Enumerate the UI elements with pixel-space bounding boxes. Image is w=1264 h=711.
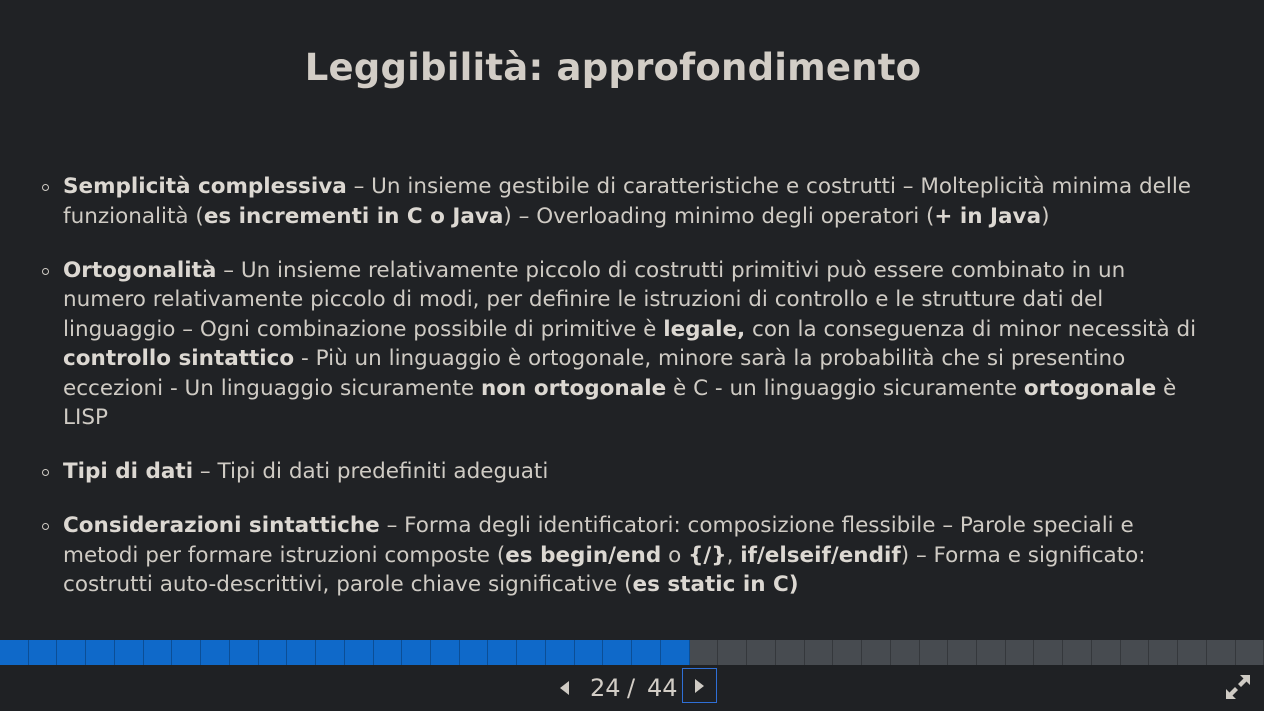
progress-segment[interactable] xyxy=(0,640,29,665)
bullet-bold-text: es static in C) xyxy=(632,572,799,597)
bullet-bold-text: {/} xyxy=(688,542,727,568)
bullet-text: , xyxy=(726,542,741,568)
progress-segment[interactable] xyxy=(660,640,690,665)
progress-segment[interactable] xyxy=(431,640,460,665)
bullet-bold-text: + in Java xyxy=(934,203,1042,229)
progress-segment[interactable] xyxy=(1091,640,1121,665)
bullet-bold-text: Semplicità complessiva xyxy=(63,174,347,199)
progress-segment[interactable] xyxy=(689,640,719,665)
bullet-list: Semplicità complessiva – Un insieme gest… xyxy=(40,172,1200,624)
progress-segment[interactable] xyxy=(86,640,115,665)
progress-segment[interactable] xyxy=(57,640,87,665)
bullet-bold-text: es begin/end xyxy=(505,542,662,568)
progress-segment[interactable] xyxy=(1005,640,1035,665)
total-pages: 44 xyxy=(647,674,678,702)
slide-title: Leggibilità: approfondimento xyxy=(304,46,922,89)
progress-segment[interactable] xyxy=(890,640,920,665)
bullet-text: o xyxy=(661,542,689,568)
fullscreen-button[interactable] xyxy=(1224,673,1252,701)
bullet-item: Considerazioni sintattiche – Forma degli… xyxy=(40,511,1200,600)
fullscreen-expand-icon xyxy=(1226,675,1250,699)
triangle-right-icon xyxy=(695,678,704,693)
progress-segment[interactable] xyxy=(718,640,748,665)
bullet-bold-text: Tipi di dati xyxy=(63,459,194,484)
progress-segment[interactable] xyxy=(919,640,949,665)
bullet-bold-text: controllo sintattico xyxy=(63,346,295,371)
bullet-circle-icon xyxy=(42,523,49,530)
progress-segment[interactable] xyxy=(143,640,173,665)
bullet-bold-text: legale, xyxy=(663,316,746,342)
bullet-text: con la conseguenza di minor necessità di xyxy=(745,316,1197,342)
progress-segment[interactable] xyxy=(632,640,661,665)
progress-segment[interactable] xyxy=(833,640,863,665)
bullet-bold-text: non ortogonale xyxy=(480,375,667,401)
progress-segment[interactable] xyxy=(1063,640,1092,665)
triangle-left-icon xyxy=(559,681,569,695)
bullet-item: Tipi di dati – Tipi di dati predefiniti … xyxy=(40,457,1200,487)
bullet-bold-text: es incrementi in C o Java xyxy=(203,203,504,229)
progress-segment[interactable] xyxy=(1235,640,1264,665)
progress-segment[interactable] xyxy=(1034,640,1064,665)
progress-segment[interactable] xyxy=(1149,640,1179,665)
progress-segment[interactable] xyxy=(948,640,977,665)
progress-segment[interactable] xyxy=(574,640,604,665)
bullet-item: Ortogonalità – Un insieme relativamente … xyxy=(40,256,1200,433)
bullet-item: Semplicità complessiva – Un insieme gest… xyxy=(40,172,1200,231)
bullet-text: è C - un linguaggio sicuramente xyxy=(666,375,1024,401)
progress-segment[interactable] xyxy=(172,640,202,665)
slide-progress-bar[interactable] xyxy=(0,640,1264,665)
current-page-number: 24 xyxy=(590,674,621,702)
progress-segment[interactable] xyxy=(287,640,317,665)
progress-segment[interactable] xyxy=(373,640,403,665)
slide-navigation: 24 / 44 xyxy=(0,665,1264,711)
progress-segment[interactable] xyxy=(517,640,546,665)
bullet-bold-text: if/elseif/endif xyxy=(740,542,901,568)
progress-segment[interactable] xyxy=(976,640,1006,665)
bullet-bold-text: Ortogonalità xyxy=(63,257,217,283)
progress-segment[interactable] xyxy=(1178,640,1207,665)
progress-segment[interactable] xyxy=(747,640,776,665)
progress-segment[interactable] xyxy=(28,640,58,665)
progress-segment[interactable] xyxy=(1120,640,1150,665)
bullet-text: – Tipi di dati predefiniti adeguati xyxy=(193,459,549,484)
bullet-text: ) – Overloading minimo degli operatori ( xyxy=(503,203,935,229)
progress-segment[interactable] xyxy=(1206,640,1236,665)
progress-segment[interactable] xyxy=(258,640,288,665)
bullet-text: ) xyxy=(1041,203,1050,229)
progress-segment[interactable] xyxy=(114,640,144,665)
progress-segment[interactable] xyxy=(775,640,805,665)
progress-segment[interactable] xyxy=(459,640,489,665)
progress-segment[interactable] xyxy=(545,640,575,665)
page-separator: / xyxy=(627,674,636,702)
progress-segment[interactable] xyxy=(344,640,374,665)
progress-segment[interactable] xyxy=(804,640,834,665)
progress-segment[interactable] xyxy=(603,640,633,665)
bullet-bold-text: ortogonale xyxy=(1023,375,1157,401)
progress-segment[interactable] xyxy=(488,640,518,665)
bullet-bold-text: Considerazioni sintattiche xyxy=(63,513,380,538)
progress-segment[interactable] xyxy=(229,640,259,665)
next-slide-button[interactable] xyxy=(682,668,717,703)
bullet-circle-icon xyxy=(42,267,49,275)
progress-segment[interactable] xyxy=(862,640,891,665)
progress-segment[interactable] xyxy=(201,640,230,665)
bullet-circle-icon xyxy=(42,184,49,191)
progress-segment[interactable] xyxy=(316,640,345,665)
progress-segment[interactable] xyxy=(402,640,432,665)
slide: Leggibilità: approfondimento Semplicità … xyxy=(0,0,1264,640)
previous-slide-button[interactable] xyxy=(550,674,578,702)
bullet-circle-icon xyxy=(42,469,49,476)
